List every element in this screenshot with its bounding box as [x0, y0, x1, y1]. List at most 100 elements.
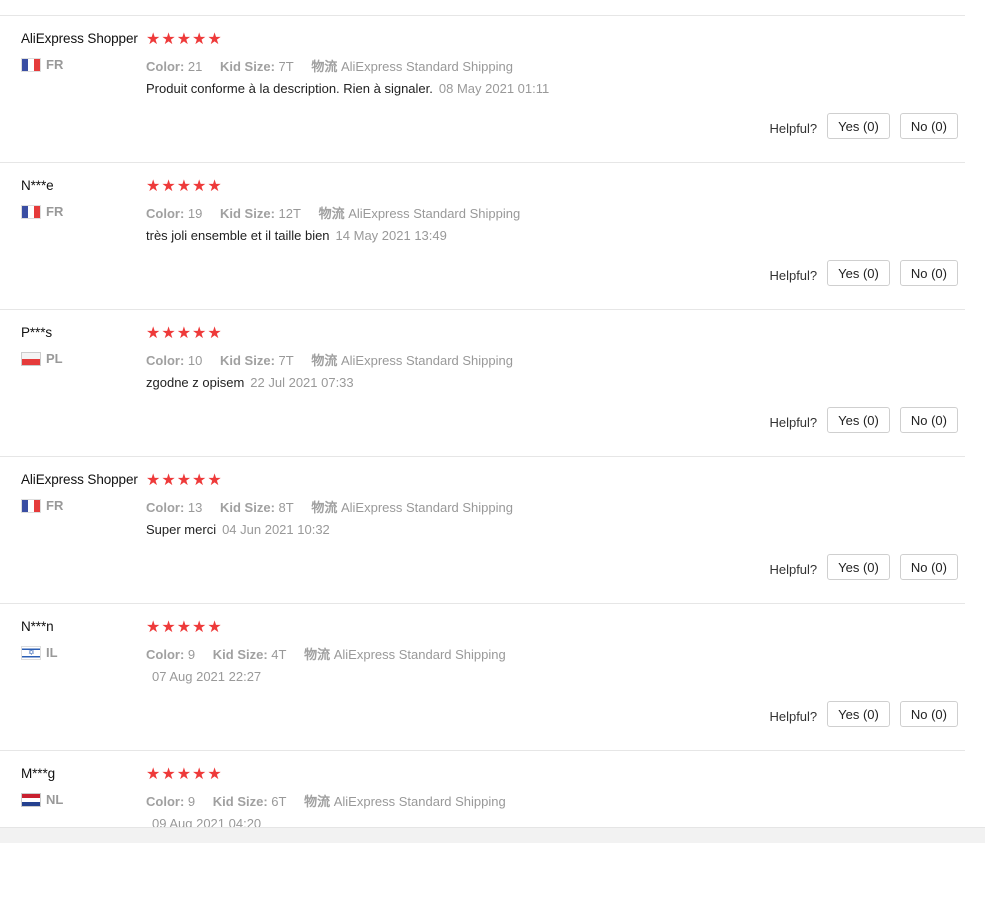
star-icon: ★	[146, 766, 162, 783]
helpful-label: Helpful?	[769, 267, 818, 283]
helpful-yes-button[interactable]: Yes (0)	[827, 113, 890, 139]
star-icon: ★	[176, 31, 193, 48]
reviewer-country: NL	[21, 792, 63, 807]
helpful-no-button[interactable]: No (0)	[899, 701, 958, 727]
star-icon: ★	[207, 619, 223, 636]
star-icon: ★	[176, 619, 193, 636]
helpful-no-button[interactable]: No (0)	[899, 260, 958, 286]
star-icon: ★	[207, 31, 223, 48]
review-text: Super merci	[146, 522, 217, 537]
reviewer-country: FR	[21, 204, 63, 219]
kid-size-label: Kid Size:	[212, 794, 268, 809]
helpful-yes-button[interactable]: Yes (0)	[827, 554, 890, 580]
color-label: Color:	[146, 500, 185, 515]
color-value: 21	[187, 59, 203, 74]
shipping-value: AliExpress Standard Shipping	[333, 647, 506, 662]
reviewer-country: FR	[21, 57, 63, 72]
logistics-label: 物流	[304, 647, 331, 662]
star-icon: ★	[146, 178, 162, 195]
country-code: NL	[46, 792, 64, 807]
star-icon: ★	[176, 472, 193, 489]
star-icon: ★	[161, 619, 177, 636]
order-properties: Color: 21 Kid Size: 7T 物流 AliExpress Sta…	[146, 56, 513, 75]
star-icon: ★	[192, 31, 208, 48]
star-icon: ★	[161, 31, 177, 48]
country-code: IL	[46, 645, 58, 660]
review-date: 22 Jul 2021 07:33	[250, 375, 354, 390]
star-icon: ★	[192, 472, 208, 489]
helpful-label: Helpful?	[769, 120, 818, 136]
kid-size-label: Kid Size:	[220, 206, 275, 221]
reviewer-country: PL	[21, 351, 63, 366]
horizontal-scrollbar[interactable]	[0, 827, 985, 843]
star-icon: ★	[192, 766, 208, 783]
review-content: Produit conforme à la description. Rien …	[146, 81, 549, 96]
helpful-vote: Helpful? Yes (0) No (0)	[769, 407, 958, 433]
country-code: FR	[46, 204, 64, 219]
reviewer-name: N***e	[21, 178, 54, 193]
logistics-label: 物流	[311, 500, 338, 515]
country-code: PL	[46, 351, 63, 366]
star-icon: ★	[161, 766, 177, 783]
review-content: zgodne z opisem 22 Jul 2021 07:33	[146, 375, 354, 390]
helpful-vote: Helpful? Yes (0) No (0)	[769, 113, 958, 139]
star-icon: ★	[161, 178, 177, 195]
review-item: M***g NL ★★★★★ Color: 9 Kid Size: 6T 物流 …	[0, 750, 965, 898]
order-properties: Color: 13 Kid Size: 8T 物流 AliExpress Sta…	[146, 497, 513, 516]
star-icon: ★	[146, 325, 162, 342]
helpful-yes-button[interactable]: Yes (0)	[827, 407, 890, 433]
shipping-value: AliExpress Standard Shipping	[340, 353, 513, 368]
country-code: FR	[46, 498, 64, 513]
star-icon: ★	[176, 325, 193, 342]
country-code: FR	[46, 57, 64, 72]
helpful-vote: Helpful? Yes (0) No (0)	[769, 260, 958, 286]
kid-size-value: 6T	[271, 794, 287, 809]
flag-il-icon	[21, 645, 41, 660]
reviewer-name: AliExpress Shopper	[21, 472, 138, 487]
color-label: Color:	[146, 353, 185, 368]
star-rating: ★★★★★	[146, 473, 223, 489]
order-properties: Color: 9 Kid Size: 4T 物流 AliExpress Stan…	[146, 644, 506, 663]
reviewer-name: N***n	[21, 619, 54, 634]
flag-fr-icon	[21, 204, 41, 219]
helpful-no-button[interactable]: No (0)	[899, 407, 958, 433]
star-icon: ★	[146, 472, 162, 489]
color-label: Color:	[146, 647, 185, 662]
reviewer-country: FR	[21, 498, 63, 513]
star-icon: ★	[207, 766, 223, 783]
helpful-yes-button[interactable]: Yes (0)	[827, 701, 890, 727]
review-date: 07 Aug 2021 22:27	[152, 669, 262, 684]
review-date: 08 May 2021 01:11	[438, 81, 550, 96]
helpful-label: Helpful?	[769, 708, 818, 724]
color-value: 19	[187, 206, 203, 221]
review-content: Super merci 04 Jun 2021 10:32	[146, 522, 330, 537]
star-icon: ★	[146, 619, 162, 636]
helpful-yes-button[interactable]: Yes (0)	[827, 260, 890, 286]
star-icon: ★	[161, 472, 177, 489]
kid-size-label: Kid Size:	[220, 353, 275, 368]
helpful-label: Helpful?	[769, 561, 818, 577]
kid-size-value: 7T	[278, 59, 294, 74]
kid-size-value: 7T	[278, 353, 294, 368]
kid-size-label: Kid Size:	[220, 500, 275, 515]
star-icon: ★	[207, 325, 223, 342]
reviewer-name: AliExpress Shopper	[21, 31, 138, 46]
helpful-no-button[interactable]: No (0)	[899, 554, 958, 580]
review-item: AliExpress Shopper FR ★★★★★ Color: 21 Ki…	[0, 15, 965, 163]
logistics-label: 物流	[311, 59, 338, 74]
star-icon: ★	[146, 31, 162, 48]
color-value: 9	[187, 794, 196, 809]
review-content: 07 Aug 2021 22:27	[146, 669, 261, 684]
reviewer-name: M***g	[21, 766, 56, 781]
logistics-label: 物流	[304, 794, 331, 809]
reviewer-name: P***s	[21, 325, 53, 340]
helpful-no-button[interactable]: No (0)	[899, 113, 958, 139]
flag-pl-icon	[21, 351, 41, 366]
helpful-vote: Helpful? Yes (0) No (0)	[769, 554, 958, 580]
review-item: P***s PL ★★★★★ Color: 10 Kid Size: 7T 物流…	[0, 309, 965, 457]
kid-size-value: 8T	[278, 500, 294, 515]
order-properties: Color: 10 Kid Size: 7T 物流 AliExpress Sta…	[146, 350, 513, 369]
star-icon: ★	[192, 325, 208, 342]
review-text: Produit conforme à la description. Rien …	[146, 81, 433, 96]
star-rating: ★★★★★	[146, 179, 223, 195]
